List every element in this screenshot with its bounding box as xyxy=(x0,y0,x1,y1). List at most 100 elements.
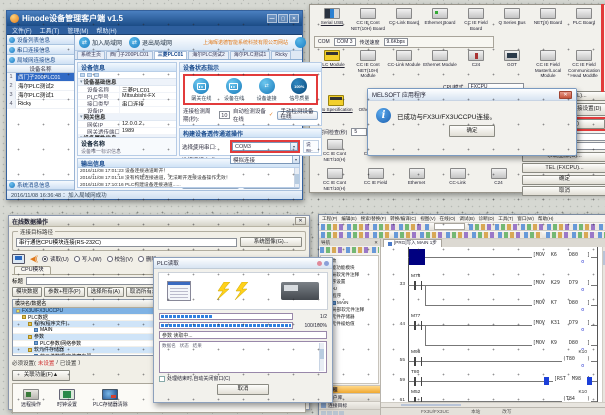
route-cclink[interactable]: CC-Link xyxy=(437,168,478,191)
menu-item[interactable]: 编辑(E) xyxy=(341,216,356,222)
tab-mitsubishi[interactable]: 三菱PLC01 xyxy=(154,51,188,59)
toolbar-dropdown[interactable] xyxy=(434,223,465,230)
ladder-rung[interactable]: 61 M52 K10 (T84 ) 0 xyxy=(381,393,601,402)
device-row[interactable]: 2 海尔PLC测试2 xyxy=(7,82,74,91)
sidebar-item-device-list[interactable]: 设备列表信息 xyxy=(7,35,74,45)
tab-haier1[interactable]: 海尔PLC测试1 xyxy=(230,51,271,59)
pc-if-serial-usb[interactable]: Serial USB xyxy=(314,8,350,31)
toolbar-row-2[interactable] xyxy=(319,231,605,239)
pc-if-ccie-field[interactable]: CC IE Field Board xyxy=(458,8,494,31)
radio-verify[interactable]: 校验(V) xyxy=(107,255,133,263)
dialog-title-bar[interactable]: MELSOFT 应用程序 ✕ xyxy=(368,89,576,101)
device-row[interactable]: 4 Ricky xyxy=(7,100,74,109)
cancel-button[interactable]: 取消 xyxy=(217,384,269,395)
plc-if-ethernet[interactable]: Ethernet Module xyxy=(422,50,458,79)
plc-memory-item[interactable]: PLC存储器清除 xyxy=(93,389,128,408)
pc-if-ccie-cont[interactable]: CC IE Cont NET(10H) Board xyxy=(350,8,386,31)
sidebar-item-system-message[interactable]: 系统消息信息 xyxy=(7,180,74,190)
plc-if-ccie-cont[interactable]: CC IE Cont NET(10H) Module xyxy=(350,50,386,79)
check-icon[interactable]: ✓ xyxy=(269,112,274,118)
dialog-title-bar[interactable]: 在线数据操作 ✕ xyxy=(9,216,309,227)
property-group[interactable]: ▾设备基础信息 xyxy=(78,79,176,86)
menu-item[interactable]: 在线(O) xyxy=(440,216,456,222)
maximize-icon[interactable]: ▢ xyxy=(278,14,288,23)
menu-item[interactable]: 窗口(W) xyxy=(517,216,534,222)
menu-item[interactable]: 工程(P) xyxy=(322,216,337,222)
col-module-name[interactable]: 模块名/数据名 xyxy=(13,300,173,307)
exit-lan-button[interactable]: ⇄ 退出局域网 xyxy=(129,37,172,48)
property-row[interactable]: PLC型号Mitsubishi-FX xyxy=(78,93,176,100)
device-row[interactable]: 1 西门子200PLC01 xyxy=(7,73,74,82)
select-all-button[interactable]: 选择所有(A) xyxy=(87,287,124,297)
nav-toolbar[interactable] xyxy=(320,247,379,253)
tab-cpu-module[interactable]: CPU模块 xyxy=(14,266,51,275)
route-ccie-cont[interactable]: CC IE Cont NET/10(H) xyxy=(314,168,355,191)
route-c24[interactable]: C24 xyxy=(478,168,519,191)
module-data-button[interactable]: 模块数据 xyxy=(12,287,42,297)
menu-item[interactable]: 调试(B) xyxy=(459,216,474,222)
ladder-horizontal-scrollbar[interactable] xyxy=(381,402,605,407)
menu-item[interactable]: 转换/编译(C) xyxy=(390,216,416,222)
clock-setting-item[interactable]: 时钟设置 xyxy=(57,389,77,408)
pc-if-ethernet[interactable]: Ethernet Board xyxy=(422,8,458,31)
minimize-icon[interactable]: — xyxy=(267,14,277,23)
editor-tab-main[interactable]: [PRG]写入 MAIN 1步 xyxy=(383,239,442,247)
speed-value[interactable]: 9.6Kbps xyxy=(384,38,408,46)
menu-manage[interactable]: 管理(M) xyxy=(67,26,88,35)
mode-select[interactable]: 模拟连接▾ xyxy=(230,155,300,164)
property-group[interactable]: ▾网关信息 xyxy=(78,114,176,121)
sidebar-item-serial[interactable]: 串口连接信息 xyxy=(7,45,74,55)
menu-item[interactable]: 工具(T) xyxy=(498,216,513,222)
property-row[interactable]: 网关IP12.0.0.2 xyxy=(78,121,176,128)
pc-if-cclink[interactable]: CC-Link Board xyxy=(386,8,422,31)
plc-if-cclink[interactable]: CC-Link Module xyxy=(386,50,422,79)
radio-read[interactable]: 读取(U) xyxy=(42,255,69,263)
com-value[interactable]: COM 3 xyxy=(334,38,356,46)
ladder-rung[interactable]: [MOV K6 D80 ] 0 xyxy=(381,249,601,269)
close-icon[interactable]: ✕ xyxy=(559,91,572,99)
route-ccie-field[interactable]: CC IE Field xyxy=(355,168,396,191)
plc-if-got[interactable]: GOT xyxy=(494,50,530,79)
list-scrollbar[interactable] xyxy=(319,343,324,371)
property-row[interactable]: 设备名称三菱PLC01 xyxy=(78,86,176,93)
menu-file[interactable]: 文件(F) xyxy=(12,26,32,35)
manual-check-button[interactable]: 手动检测设备在线 xyxy=(277,111,318,120)
menu-help[interactable]: 帮助(H) xyxy=(96,26,116,35)
port-select[interactable]: COM3▾ xyxy=(232,142,298,151)
close-icon[interactable]: ✕ xyxy=(289,14,299,23)
tab-haier2[interactable]: 海尔PLC测试2 xyxy=(188,51,229,59)
radio-write[interactable]: 写入(W) xyxy=(74,255,102,263)
ladder-rung[interactable]: 44 M77 [MOV K31 D79 ] 0 xyxy=(381,317,601,337)
pc-if-qbus[interactable]: Q Series Bus xyxy=(494,8,530,31)
close-icon[interactable]: ✕ xyxy=(295,217,306,225)
autoclose-checkbox[interactable] xyxy=(159,376,165,382)
property-grid-toolbar[interactable] xyxy=(78,72,176,79)
cancel-button[interactable]: 取消 xyxy=(522,186,605,196)
system-image-button[interactable]: 系统图像(G)... xyxy=(240,237,302,247)
remote-operation-item[interactable]: 远程操作 xyxy=(21,389,41,408)
tab-siemens[interactable]: 西门子200PLC01 xyxy=(106,51,153,59)
close-icon[interactable]: ✕ xyxy=(374,240,378,246)
tab-ricky[interactable]: Ricky xyxy=(271,51,291,59)
param-program-button[interactable]: 参数+程序(P) xyxy=(44,287,85,297)
cycle-input[interactable]: 10 xyxy=(219,111,230,119)
route-ethernet[interactable]: Ethernet xyxy=(396,168,437,191)
plc-if-c24[interactable]: C24 xyxy=(458,50,494,79)
ladder-editor[interactable]: [MOV K6 D80 ] 0 33 M78 [MOV K29 D79 ] 0 … xyxy=(381,247,605,402)
nav-mini-toolbar[interactable] xyxy=(319,409,380,415)
tel-button[interactable]: TEL (FXCPU)... xyxy=(522,163,605,173)
pc-if-net2[interactable]: NET(II) Board xyxy=(530,8,566,31)
toolbar-row-1[interactable] xyxy=(319,223,605,231)
device-row[interactable]: 3 海尔PLC测试1 xyxy=(7,91,74,100)
output-scrollbar[interactable] xyxy=(294,168,299,187)
time-check-value[interactable]: 5 xyxy=(351,128,367,136)
ok-button[interactable]: 确定 xyxy=(522,175,605,185)
ladder-rung[interactable]: 33 M78 [MOV K29 D79 ] 0 xyxy=(381,277,601,297)
pc-if-plc-board[interactable]: PLC Board xyxy=(566,8,602,31)
menu-tools[interactable]: 工具(T) xyxy=(40,26,60,35)
menu-item[interactable]: 诊断(D) xyxy=(479,216,495,222)
related-functions-button[interactable]: 关联功能(F)▲ xyxy=(12,370,70,381)
property-row[interactable]: 接口类型串口连接 xyxy=(78,100,176,107)
tab-home[interactable]: 系统主页 xyxy=(77,51,105,59)
dialog-title-bar[interactable]: PLC读取 xyxy=(154,258,332,269)
